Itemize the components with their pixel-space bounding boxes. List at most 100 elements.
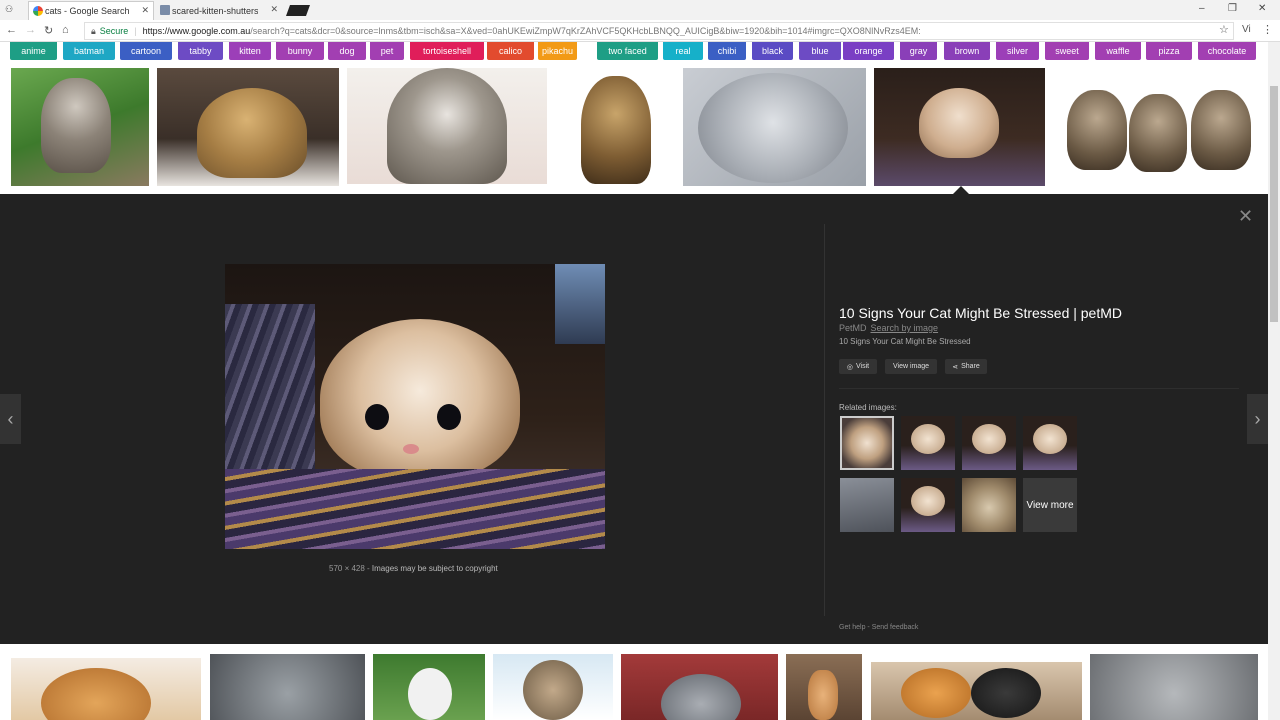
filter-chip-blue[interactable]: blue	[799, 42, 841, 60]
filter-chip-black[interactable]: black	[752, 42, 793, 60]
filter-chip-dog[interactable]: dog	[328, 42, 366, 60]
result-thumbnail[interactable]	[347, 68, 547, 184]
view-image-label: View image	[892, 363, 930, 370]
result-thumbnail[interactable]	[786, 654, 862, 720]
bookmark-star-icon[interactable]: ☆	[1219, 23, 1229, 36]
panel-divider	[824, 224, 825, 616]
close-icon[interactable]: ✕	[1238, 206, 1253, 227]
minimize-button[interactable]: –	[1199, 3, 1205, 14]
separator	[839, 388, 1239, 389]
tab-strip: ⚇ cats - Google Search ✕ scared-kitten-s…	[0, 0, 1280, 20]
forward-icon[interactable]: →	[25, 24, 36, 36]
image-viewer-panel: ‹ › ✕ 570 × 428 - Images may be subject …	[0, 194, 1268, 644]
filter-chip-anime[interactable]: anime	[10, 42, 57, 60]
browser-toolbar: ← → ↻ ⌂ 🔒︎ Secure | https://www.google.c…	[0, 20, 1280, 42]
filter-chip-real[interactable]: real	[663, 42, 703, 60]
filter-chip-chibi[interactable]: chibi	[708, 42, 746, 60]
globe-icon: ◎	[846, 363, 853, 371]
filter-chip-calico[interactable]: calico	[487, 42, 534, 60]
tab-title: scared-kitten-shutterstock	[172, 5, 258, 16]
filter-chip-batman[interactable]: batman	[63, 42, 115, 60]
filter-chips: anime batman cartoon tabby kitten bunny dog pet…	[0, 42, 1270, 62]
related-image[interactable]	[840, 416, 894, 470]
help-links: Get help - Send feedback	[839, 624, 919, 631]
tab-scared-kitten[interactable]: scared-kitten-shutterstock ✕	[156, 1, 282, 20]
related-image[interactable]	[962, 416, 1016, 470]
filter-chip-bunny[interactable]: bunny	[276, 42, 324, 60]
view-more-button[interactable]: View more	[1023, 478, 1077, 532]
result-thumbnail[interactable]	[559, 68, 673, 186]
image-dimensions: 570 × 428	[329, 564, 365, 573]
chrome-menu-icon[interactable]: ⚇	[5, 4, 13, 15]
next-arrow-icon[interactable]: ›	[1247, 394, 1268, 444]
menu-icon[interactable]: ⋮	[1262, 23, 1273, 36]
filter-chip-waffle[interactable]: waffle	[1095, 42, 1141, 60]
close-tab-icon[interactable]: ✕	[270, 4, 278, 15]
get-help-link[interactable]: Get help	[839, 624, 865, 631]
result-title[interactable]: 10 Signs Your Cat Might Be Stressed | pe…	[839, 305, 1122, 321]
search-by-image-link[interactable]: Search by image	[871, 323, 939, 333]
filter-chip-kitten[interactable]: kitten	[229, 42, 271, 60]
result-thumbnail[interactable]	[621, 654, 778, 720]
home-icon[interactable]: ⌂	[62, 24, 69, 36]
result-source: PetMD Search by image	[839, 323, 938, 333]
page-scrollbar[interactable]	[1268, 42, 1280, 720]
result-thumbnail[interactable]	[11, 658, 201, 720]
related-image[interactable]	[901, 478, 955, 532]
result-description: 10 Signs Your Cat Might Be Stressed	[839, 337, 971, 346]
result-thumbnail[interactable]	[1059, 68, 1255, 186]
tab-cats-search[interactable]: cats - Google Search ✕	[28, 1, 154, 20]
scrollbar-thumb[interactable]	[1270, 86, 1278, 322]
filter-chip-two-faced[interactable]: two faced	[597, 42, 658, 60]
result-thumbnail[interactable]	[871, 662, 1082, 720]
filter-chip-brown[interactable]: brown	[944, 42, 990, 60]
tab-title: cats - Google Search	[45, 6, 130, 16]
address-bar[interactable]: 🔒︎ Secure | https://www.google.com.au /s…	[84, 22, 1234, 40]
result-thumbnail-selected[interactable]	[874, 68, 1045, 186]
share-button[interactable]: ⋖ Share	[945, 359, 987, 374]
result-thumbnail[interactable]	[1090, 654, 1258, 720]
previous-arrow-icon[interactable]: ‹	[0, 394, 21, 444]
view-image-button[interactable]: View image	[885, 359, 937, 374]
result-thumbnail[interactable]	[493, 654, 613, 720]
filter-chip-pikachu[interactable]: pikachu	[538, 42, 577, 60]
url-path: /search?q=cats&dcr=0&source=lnms&tbm=isc…	[250, 26, 921, 36]
image-caption: 570 × 428 - Images may be subject to cop…	[329, 564, 498, 573]
close-tab-icon[interactable]: ✕	[141, 5, 149, 16]
related-image[interactable]	[1023, 416, 1077, 470]
reload-icon[interactable]: ↻	[44, 24, 53, 37]
filter-chip-tortoiseshell[interactable]: tortoiseshell	[410, 42, 484, 60]
filter-chip-cartoon[interactable]: cartoon	[120, 42, 172, 60]
filter-chip-sweet[interactable]: sweet	[1045, 42, 1089, 60]
related-image[interactable]	[840, 478, 894, 532]
filter-chip-pizza[interactable]: pizza	[1146, 42, 1192, 60]
result-thumbnail[interactable]	[373, 654, 485, 720]
share-icon: ⋖	[952, 363, 959, 371]
main-preview-image[interactable]	[225, 264, 605, 549]
filter-chip-tabby[interactable]: tabby	[178, 42, 223, 60]
result-thumbnail[interactable]	[210, 654, 365, 720]
restore-button[interactable]: ❐	[1228, 3, 1237, 14]
copyright-link[interactable]: Images may be subject to copyright	[372, 564, 498, 573]
page-icon	[160, 5, 170, 15]
filter-chip-chocolate[interactable]: chocolate	[1198, 42, 1256, 60]
related-images-heading: Related images:	[839, 403, 897, 412]
visit-button[interactable]: ◎ Visit	[839, 359, 877, 374]
new-tab-button[interactable]	[285, 5, 311, 16]
selection-pointer	[953, 186, 969, 194]
result-thumbnail[interactable]	[683, 68, 866, 186]
source-domain[interactable]: PetMD	[839, 323, 867, 333]
close-window-button[interactable]: ✕	[1258, 3, 1266, 14]
result-thumbnail[interactable]	[11, 68, 149, 186]
related-image[interactable]	[901, 416, 955, 470]
filter-chip-silver[interactable]: silver	[996, 42, 1039, 60]
filter-chip-orange[interactable]: orange	[843, 42, 894, 60]
related-image[interactable]	[962, 478, 1016, 532]
filter-chip-gray[interactable]: gray	[900, 42, 937, 60]
result-thumbnail[interactable]	[157, 68, 339, 186]
back-icon[interactable]: ←	[6, 24, 17, 36]
filter-chip-pet[interactable]: pet	[370, 42, 404, 60]
send-feedback-link[interactable]: Send feedback	[872, 624, 919, 631]
share-label: Share	[961, 363, 980, 370]
profile-button[interactable]: Vi	[1242, 24, 1251, 35]
